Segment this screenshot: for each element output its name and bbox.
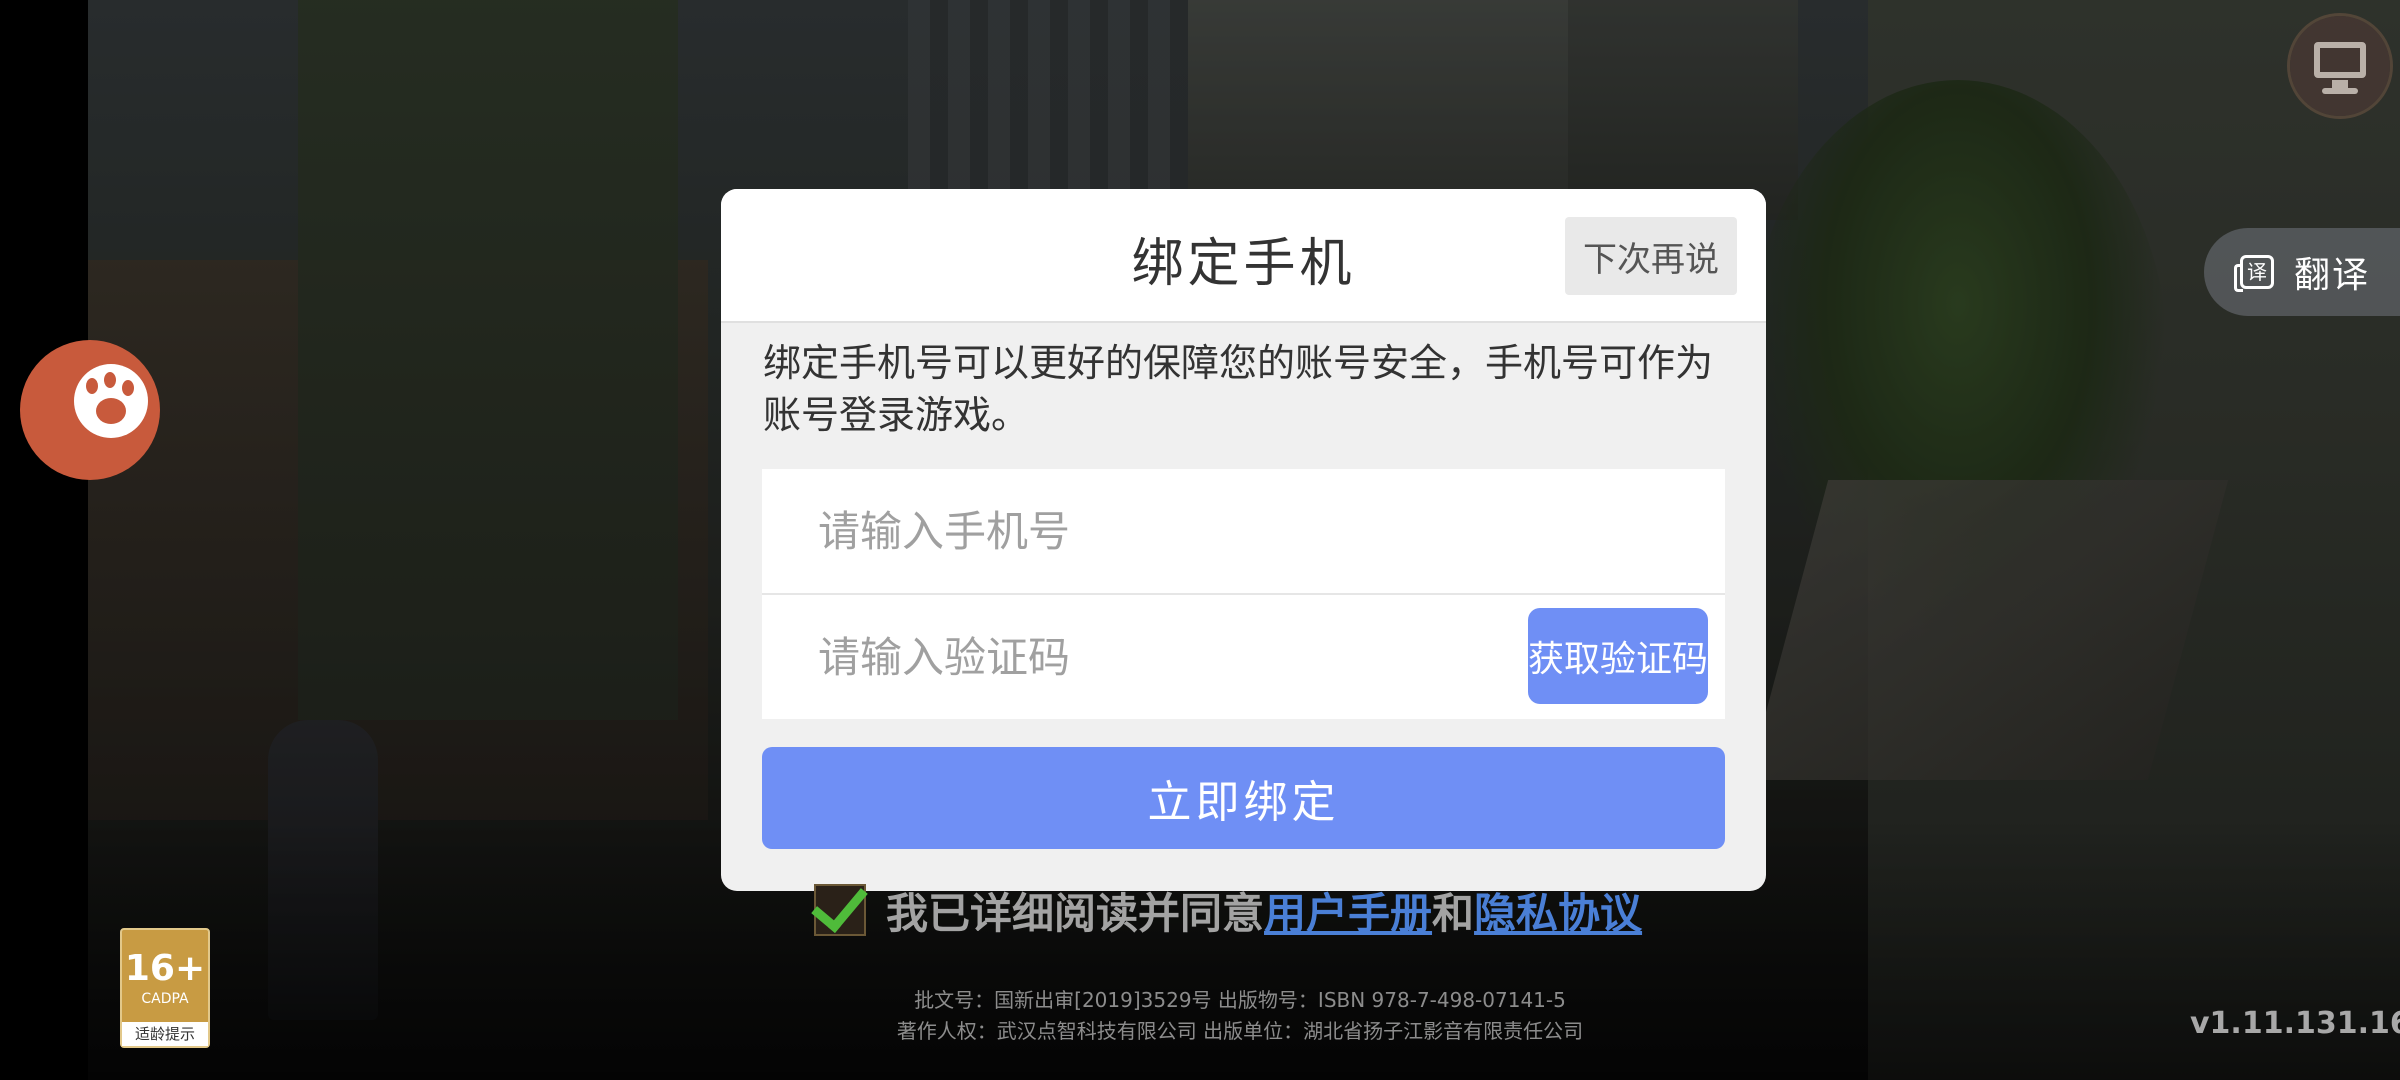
paw-toe xyxy=(122,380,134,396)
monitor-icon xyxy=(2314,42,2366,78)
age-rating-org: CADPA xyxy=(141,991,189,1007)
version-label: v1.11.131.163 xyxy=(2190,1006,2400,1041)
publication-info: 批文号：国新出审[2019]3529号 出版物号：ISBN 978-7-498-… xyxy=(860,0,1620,1080)
agreement-checkbox[interactable] xyxy=(814,884,866,936)
paw-icon xyxy=(74,364,148,438)
left-black-bar xyxy=(0,0,88,1080)
translate-icon: 译 xyxy=(2234,255,2274,292)
publication-line-2: 著作人权：武汉点智科技有限公司 出版单位：湖北省扬子江影音有限责任公司 xyxy=(896,1019,1584,1043)
age-rating-badge: 16+ CADPA 适龄提示 xyxy=(120,928,210,1048)
translate-label: 翻译 xyxy=(2294,255,2371,296)
publication-line-1: 批文号：国新出审[2019]3529号 出版物号：ISBN 978-7-498-… xyxy=(914,988,1566,1012)
paw-toe xyxy=(104,372,116,388)
monitor-icon-base xyxy=(2322,88,2358,94)
monitor-icon-stand xyxy=(2332,80,2348,88)
age-rating-value: 16+ xyxy=(124,948,206,989)
float-assistant-button[interactable] xyxy=(20,340,160,480)
paw-pad xyxy=(96,398,126,424)
translate-button[interactable]: 译 翻译 xyxy=(2204,228,2400,316)
paw-toe xyxy=(86,378,98,394)
monitor-button[interactable] xyxy=(2290,16,2390,116)
age-rating-tip: 适龄提示 xyxy=(122,1022,208,1046)
